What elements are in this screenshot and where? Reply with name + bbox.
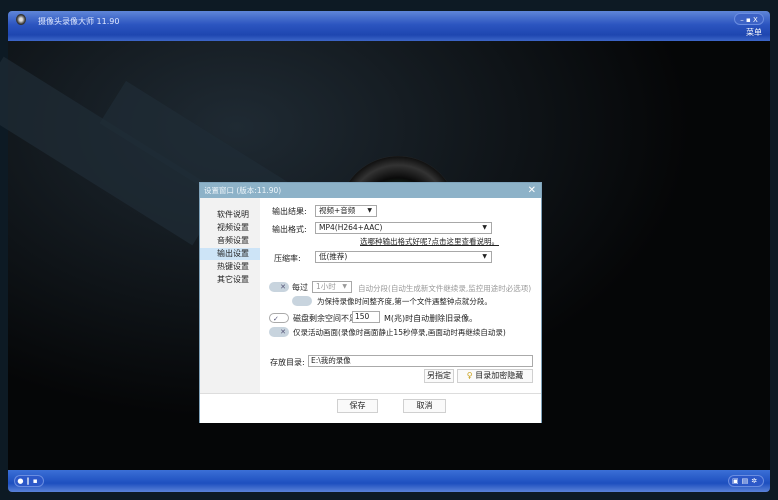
output-format-value: MP4(H264+AAC) bbox=[319, 223, 383, 232]
align-split-label: 为保持录像时间整齐度,第一个文件遇整钟点就分段。 bbox=[317, 297, 492, 306]
dialog-footer: 保存 取消 bbox=[200, 393, 541, 423]
bottom-toolbar: ●‖▪ ▣▤✲ bbox=[8, 470, 770, 492]
disk-label-suffix: M(兆)时自动删除旧录像。 bbox=[384, 314, 478, 323]
format-help-link[interactable]: 选哪种输出格式好呢?点击这里查看说明。 bbox=[360, 236, 499, 247]
output-result-select[interactable]: 视频+音频 ▼ bbox=[315, 205, 377, 217]
sidebar-item-output[interactable]: 输出设置 bbox=[200, 248, 260, 260]
browse-button[interactable]: 另指定 bbox=[424, 369, 454, 383]
sidebar-item-hotkeys[interactable]: 热键设置 bbox=[200, 261, 260, 273]
cancel-button[interactable]: 取消 bbox=[403, 399, 446, 413]
playback-controls[interactable]: ●‖▪ bbox=[14, 475, 44, 487]
settings-sidebar: 软件说明 视频设置 音频设置 输出设置 热键设置 其它设置 bbox=[200, 198, 260, 393]
align-split-toggle[interactable] bbox=[292, 296, 312, 306]
output-result-value: 视频+音频 bbox=[319, 206, 356, 215]
settings-dialog: 设置窗口 (版本:11.90) ✕ 软件说明 视频设置 音频设置 输出设置 热键… bbox=[199, 182, 542, 423]
minimize-icon[interactable]: – bbox=[740, 16, 744, 24]
window-controls[interactable]: – ▪ X bbox=[734, 13, 764, 25]
maximize-icon[interactable]: ▪ bbox=[746, 16, 751, 24]
chevron-down-icon: ▼ bbox=[342, 283, 347, 290]
compression-value: 低(推荐) bbox=[319, 252, 348, 261]
sidebar-item-other[interactable]: 其它设置 bbox=[200, 274, 260, 286]
output-result-label: 输出结果: bbox=[272, 207, 307, 216]
app-titlebar: 摄像头录像大师 11.90 – ▪ X 菜单 bbox=[8, 11, 770, 41]
compression-label: 压缩率: bbox=[274, 254, 301, 263]
menu-button[interactable]: 菜单 bbox=[746, 27, 762, 38]
save-dir-label: 存放目录: bbox=[270, 358, 305, 367]
chevron-down-icon: ▼ bbox=[482, 253, 487, 260]
save-button[interactable]: 保存 bbox=[337, 399, 378, 413]
close-icon[interactable]: ✕ bbox=[528, 183, 536, 198]
output-format-select[interactable]: MP4(H264+AAC) ▼ bbox=[315, 222, 492, 234]
stop-icon[interactable]: ▪ bbox=[33, 477, 41, 485]
lock-icon[interactable]: ▣ bbox=[732, 477, 742, 485]
chevron-down-icon: ▼ bbox=[482, 224, 487, 231]
save-dir-input[interactable]: E:\我的录像 bbox=[308, 355, 533, 367]
split-every-label: 每过 bbox=[292, 283, 308, 292]
split-interval-select[interactable]: 1小时 ▼ bbox=[312, 281, 352, 293]
compression-select[interactable]: 低(推荐) ▼ bbox=[315, 251, 492, 263]
screen-icon[interactable]: ▤ bbox=[742, 477, 752, 485]
sidebar-item-about[interactable]: 软件说明 bbox=[200, 209, 260, 221]
chevron-down-icon: ▼ bbox=[367, 207, 372, 214]
dialog-title: 设置窗口 (版本:11.90) bbox=[200, 183, 541, 198]
app-logo-icon bbox=[16, 14, 26, 25]
split-toggle[interactable]: ✕ bbox=[269, 282, 289, 292]
encrypt-button-label: 目录加密隐藏 bbox=[475, 371, 524, 380]
motion-only-label: 仅录活动画面(录像时画面静止15秒停录,画面动时再继续自动录) bbox=[293, 328, 506, 337]
sidebar-item-video[interactable]: 视频设置 bbox=[200, 222, 260, 234]
app-title: 摄像头录像大师 11.90 bbox=[38, 17, 120, 26]
encrypt-dir-button[interactable]: ♀ 目录加密隐藏 bbox=[457, 369, 533, 383]
disk-label: 磁盘剩余空间不足 bbox=[293, 314, 357, 323]
close-icon[interactable]: X bbox=[753, 16, 758, 24]
sidebar-item-audio[interactable]: 音频设置 bbox=[200, 235, 260, 247]
gear-icon[interactable]: ✲ bbox=[751, 477, 760, 485]
dialog-title-text: 设置窗口 (版本:11.90) bbox=[204, 186, 282, 195]
output-format-label: 输出格式: bbox=[272, 225, 307, 234]
split-description: 自动分段(自动生成新文件继续录,监控用途时必选项) bbox=[358, 284, 532, 293]
tool-controls[interactable]: ▣▤✲ bbox=[728, 475, 764, 487]
disk-space-input[interactable]: 150 bbox=[352, 311, 380, 323]
disk-cleanup-toggle[interactable]: ✓ bbox=[269, 313, 289, 323]
key-icon: ♀ bbox=[466, 371, 473, 380]
motion-only-toggle[interactable]: ✕ bbox=[269, 327, 289, 337]
split-interval-value: 1小时 bbox=[316, 282, 336, 291]
